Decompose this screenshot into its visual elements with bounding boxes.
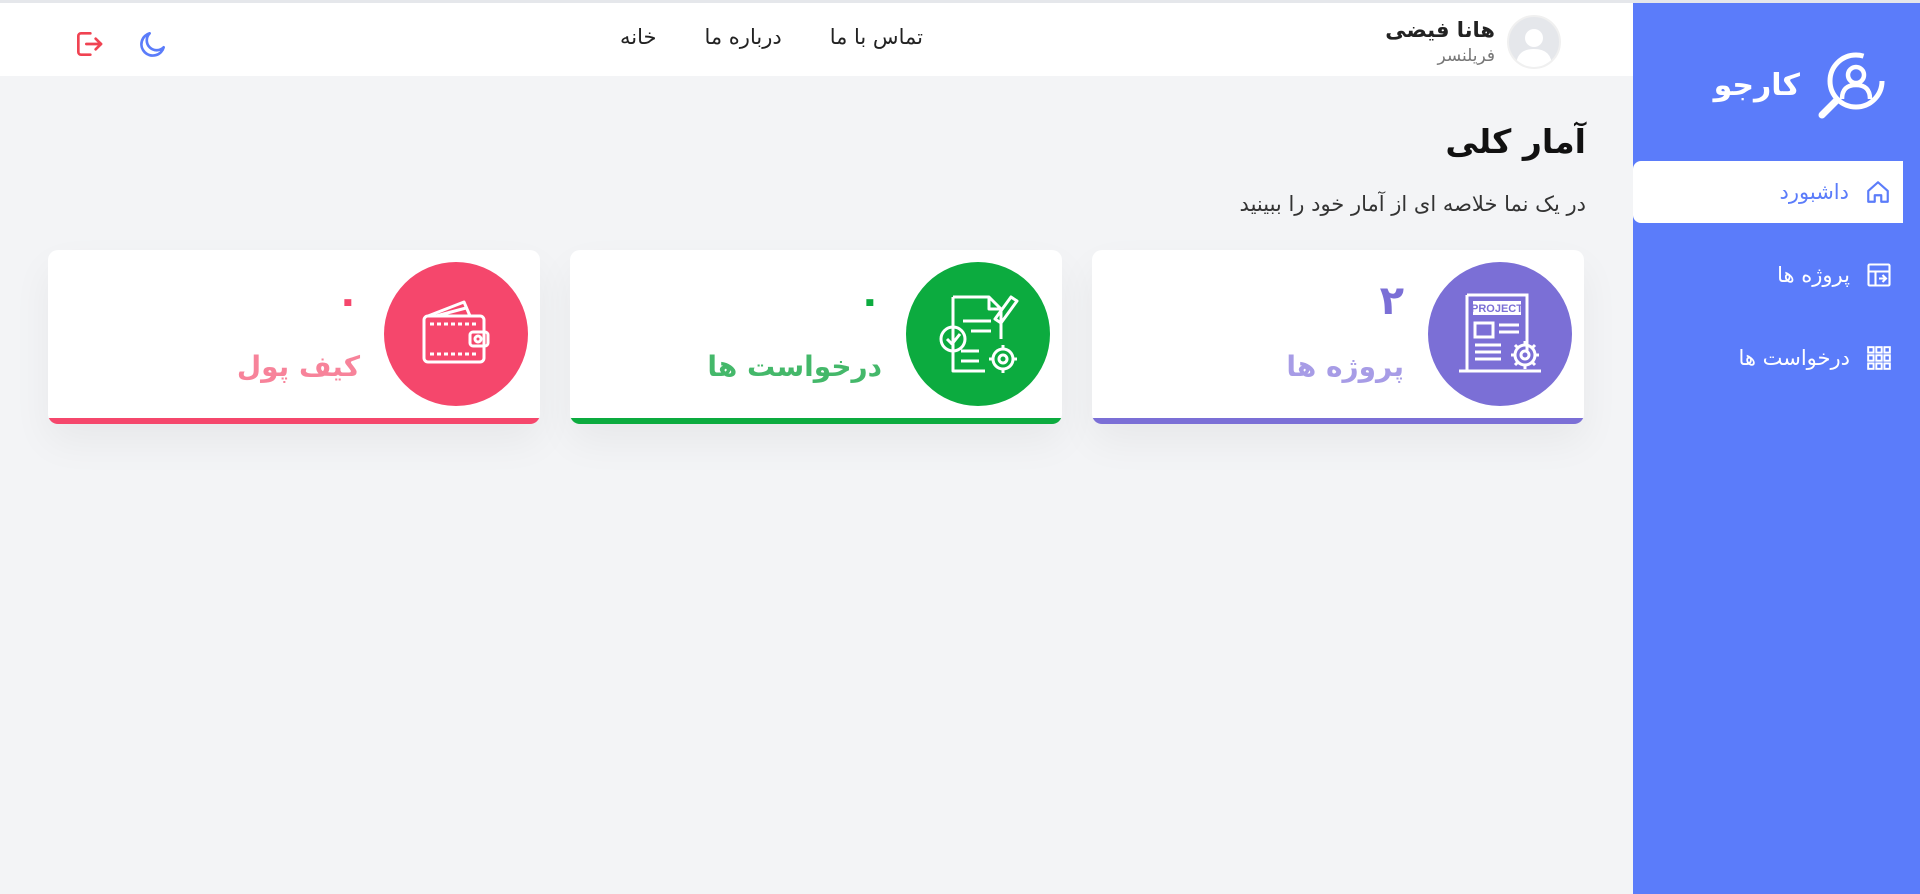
stat-title: کیف پول [236,350,360,383]
logout-icon[interactable] [72,27,106,61]
grid-icon [1864,343,1894,373]
stat-count: ۰ [857,278,882,324]
stat-count: ۲ [1379,278,1404,324]
stat-count: ۰ [335,278,360,324]
user-role: فریلنسر [1437,46,1495,66]
sidebar-item-label: درخواست ها [1738,346,1850,370]
top-nav: خانه درباره ما تماس با ما [620,25,923,49]
card-accent-bar [1092,418,1584,424]
user-profile[interactable]: هانا فیضی فریلنسر [1385,15,1561,69]
projects-icon [1864,260,1894,290]
brand-logo[interactable]: کارجو [1714,45,1892,125]
sidebar-item-label: پروژه ها [1777,263,1850,287]
sidebar-item-dashboard[interactable]: داشبورد [1633,161,1903,223]
home-icon [1863,177,1893,207]
logo-search-person-icon [1818,52,1885,119]
header-actions [72,27,170,61]
brand-name: کارجو [1713,67,1800,103]
stat-card-projects[interactable]: PROJECT ۲ پروژه ها [1092,250,1584,424]
moon-icon[interactable] [136,27,170,61]
svg-text:PROJECT: PROJECT [1471,303,1523,315]
top-header: هانا فیضی فریلنسر خانه درباره ما تماس با… [0,3,1633,76]
nav-link-home[interactable]: خانه [620,25,656,49]
page-subtitle: در یک نما خلاصه ای از آمار خود را ببینید [1239,192,1586,216]
stat-card-wallet[interactable]: ۰ کیف پول [48,250,540,424]
sidebar: کارجو داشبورد پروژه ها درخواست ها [1633,3,1920,894]
user-name: هانا فیضی [1385,18,1495,42]
avatar [1507,15,1561,69]
stat-title: درخواست ها [707,350,882,383]
nav-link-about[interactable]: درباره ما [704,25,781,49]
stat-card-requests[interactable]: ۰ درخواست ها [570,250,1062,424]
user-info: هانا فیضی فریلنسر [1385,18,1495,66]
request-doc-icon [906,262,1050,406]
project-doc-icon: PROJECT [1428,262,1572,406]
page-title: آمار کلی [1445,122,1586,161]
sidebar-item-projects[interactable]: پروژه ها [1633,244,1920,306]
card-accent-bar [48,418,540,424]
user-avatar-icon [1516,29,1552,67]
stat-title: پروژه ها [1286,350,1404,383]
sidebar-item-requests[interactable]: درخواست ها [1633,327,1920,389]
wallet-icon [384,262,528,406]
nav-link-contact[interactable]: تماس با ما [830,25,923,49]
card-accent-bar [570,418,1062,424]
sidebar-item-label: داشبورد [1779,180,1849,204]
